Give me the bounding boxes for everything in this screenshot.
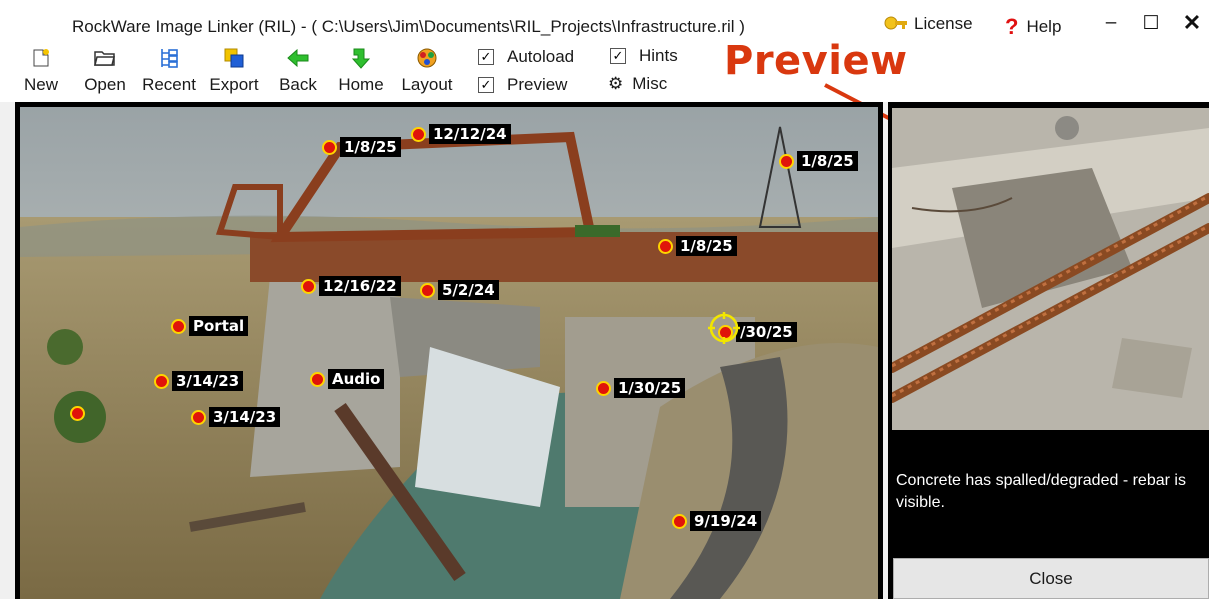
export-button[interactable]: Export [205, 40, 263, 102]
help-icon: ? [1005, 14, 1019, 39]
marker-2[interactable]: 12/12/24 [411, 124, 511, 144]
marker-label: 1/8/25 [676, 236, 737, 256]
recent-tree-icon [156, 46, 182, 70]
marker-dot [779, 153, 794, 169]
marker-label: 9/19/24 [690, 511, 762, 531]
export-icon [221, 46, 247, 70]
close-window-button[interactable]: ✕ [1178, 10, 1206, 36]
marker-dot [154, 373, 169, 389]
key-icon [884, 15, 908, 33]
marker-dot [596, 380, 611, 396]
gear-icon: ⚙ [608, 74, 624, 93]
marker-label: 1/30/25 [614, 378, 686, 398]
back-button[interactable]: Back [276, 40, 320, 102]
marker-label: 3/14/23 [172, 371, 244, 391]
back-label: Back [279, 75, 317, 94]
marker-3[interactable]: 1/8/25 [779, 151, 858, 171]
recent-label: Recent [142, 75, 196, 94]
marker-label: 1/8/25 [797, 151, 858, 171]
marker-label: 12/12/24 [429, 124, 511, 144]
infrastructure-image[interactable]: 1/8/25 12/12/24 1/8/25 1/8/25 12/16/22 5… [20, 107, 878, 599]
marker-12[interactable]: 3/14/23 [191, 407, 281, 427]
marker-dot [411, 126, 426, 142]
main-image-frame: 1/8/25 12/12/24 1/8/25 1/8/25 12/16/22 5… [15, 102, 883, 599]
toolbar: New Open Recent Export Back Home Layout … [0, 40, 1209, 102]
license-label: License [914, 14, 973, 33]
marker-label: Portal [189, 316, 249, 336]
marker-11[interactable]: 1/30/25 [596, 378, 686, 398]
marker-dot [420, 282, 435, 298]
new-label: New [23, 75, 58, 94]
export-label: Export [209, 75, 259, 94]
preview-check-mark: ✓ [478, 77, 494, 93]
marker-4[interactable]: 1/8/25 [658, 236, 737, 256]
hints-checkbox[interactable]: ✓ Hints [610, 46, 678, 66]
marker-label: Audio [328, 369, 385, 389]
open-label: Open [84, 75, 126, 94]
crosshair-icon [708, 312, 740, 344]
marker-dot [658, 238, 673, 254]
marker-dot [191, 409, 206, 425]
preview-callout: Preview [724, 38, 908, 84]
minimize-button[interactable]: – [1097, 12, 1125, 34]
window-title: RockWare Image Linker (RIL) - ( C:\Users… [72, 17, 745, 36]
marker-dot [301, 278, 316, 294]
marker-dot [171, 318, 186, 334]
hints-check-mark: ✓ [610, 48, 626, 64]
marker-10[interactable]: Audio [310, 369, 385, 389]
layout-button[interactable]: Layout [398, 40, 456, 102]
marker-14[interactable]: 9/19/24 [672, 511, 762, 531]
hints-label: Hints [639, 46, 678, 65]
autoload-checkbox[interactable]: ✓ Autoload [478, 47, 574, 67]
marker-5[interactable]: 12/16/22 [301, 276, 401, 296]
preview-panel [888, 102, 1209, 599]
marker-7[interactable]: Portal [171, 316, 249, 336]
misc-button[interactable]: ⚙ Misc [608, 74, 667, 94]
back-arrow-icon [285, 46, 311, 70]
home-label: Home [338, 75, 384, 94]
help-label: Help [1026, 17, 1062, 36]
preview-image [892, 108, 1209, 430]
preview-label: Preview [507, 75, 568, 94]
layout-label: Layout [401, 75, 453, 94]
marker-dot [672, 513, 687, 529]
new-file-icon [28, 46, 54, 70]
autoload-check-mark: ✓ [478, 49, 494, 65]
marker-8-selected[interactable]: /30/25 [708, 312, 797, 344]
spalled-concrete-rebar-image [892, 108, 1209, 430]
recent-button[interactable]: Recent [139, 40, 199, 102]
open-button[interactable]: Open [80, 40, 130, 102]
home-button[interactable]: Home [334, 40, 388, 102]
new-button[interactable]: New [20, 40, 62, 102]
preview-description: Concrete has spalled/degraded - rebar is… [896, 472, 1186, 511]
marker-dot [322, 139, 337, 155]
marker-dot [310, 371, 325, 387]
autoload-label: Autoload [507, 47, 575, 66]
help-menu[interactable]: ? Help [1005, 14, 1061, 40]
marker-label: 12/16/22 [319, 276, 401, 296]
marker-1[interactable]: 1/8/25 [322, 137, 401, 157]
marker-label: 1/8/25 [340, 137, 401, 157]
marker-label: 3/14/23 [209, 407, 281, 427]
folder-open-icon [92, 46, 118, 70]
marker-label: /30/25 [736, 322, 797, 342]
maximize-button[interactable]: ☐ [1137, 12, 1165, 35]
home-arrow-icon [348, 46, 374, 70]
marker-dot [70, 406, 85, 421]
title-bar: RockWare Image Linker (RIL) - ( C:\Users… [0, 0, 1209, 40]
marker-6[interactable]: 5/2/24 [420, 280, 499, 300]
license-menu[interactable]: License [884, 14, 973, 34]
misc-label: Misc [632, 74, 668, 93]
close-preview-button[interactable]: Close [893, 558, 1209, 599]
preview-checkbox[interactable]: ✓ Preview [478, 75, 567, 95]
marker-13[interactable] [70, 406, 85, 421]
layout-icon [414, 46, 440, 70]
marker-label: 5/2/24 [438, 280, 499, 300]
marker-9[interactable]: 3/14/23 [154, 371, 244, 391]
